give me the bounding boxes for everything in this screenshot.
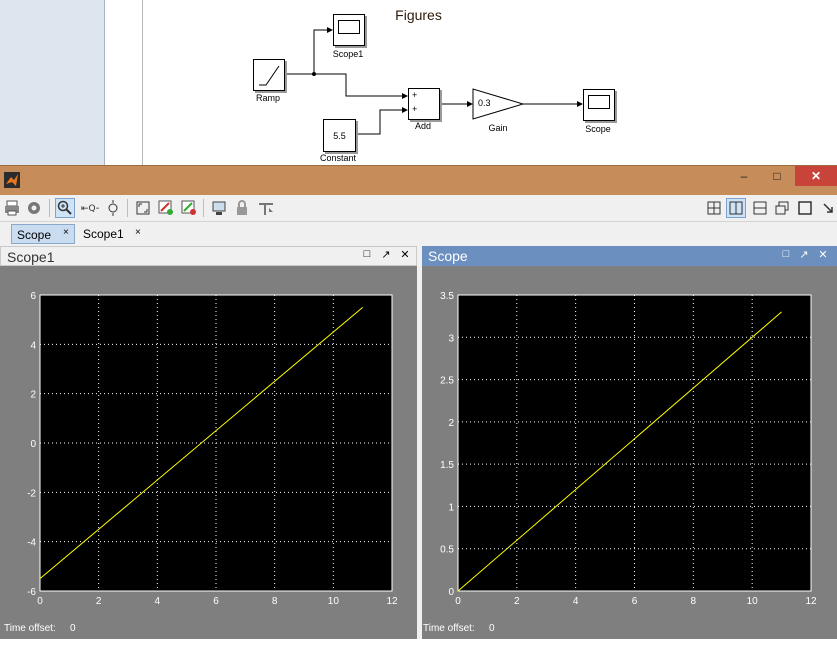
toolbar-separator xyxy=(127,199,128,217)
scope-panel-header[interactable]: Scope xyxy=(422,246,837,266)
left-right-icon[interactable] xyxy=(726,198,746,218)
constant-label: Constant xyxy=(319,153,357,163)
minimize-button[interactable]: – xyxy=(730,166,758,186)
tab-scope-close-icon[interactable]: × xyxy=(63,227,69,238)
scope-label: Scope xyxy=(585,124,611,134)
toolbar-separator xyxy=(49,199,50,217)
y-tick-label: 0 xyxy=(30,439,36,450)
gain-label: Gain xyxy=(488,123,508,133)
x-tick-label: 8 xyxy=(691,596,697,607)
maximize-panel-icon[interactable]: □ xyxy=(780,248,792,260)
y-tick-label: 2 xyxy=(30,390,36,401)
x-tick-label: 6 xyxy=(632,596,638,607)
tile-icon[interactable] xyxy=(704,198,724,218)
x-tick-label: 0 xyxy=(455,596,461,607)
y-tick-label: 0.5 xyxy=(440,545,454,556)
maximize-panel-icon[interactable]: □ xyxy=(361,248,373,260)
x-tick-label: 2 xyxy=(514,596,520,607)
scope1-label: Scope1 xyxy=(332,49,364,59)
save-axes-icon[interactable] xyxy=(209,198,229,218)
maximize-button[interactable]: □ xyxy=(762,166,792,186)
single-icon[interactable] xyxy=(795,198,815,218)
dock-icon[interactable] xyxy=(818,198,837,218)
y-tick-label: 2.5 xyxy=(440,376,454,387)
close-panel-icon[interactable]: ✕ xyxy=(817,248,829,261)
scope-time-offset-label: Time offset: xyxy=(423,623,475,634)
y-tick-label: -6 xyxy=(27,587,36,598)
ramp-block[interactable] xyxy=(253,59,285,91)
x-tick-label: 10 xyxy=(747,596,759,607)
zoom-x-icon[interactable]: ⇤Q⇥ xyxy=(80,198,100,218)
zoom-y-icon[interactable] xyxy=(103,198,123,218)
close-button[interactable]: ✕ xyxy=(795,166,837,186)
y-tick-label: 6 xyxy=(30,291,36,302)
x-tick-label: 8 xyxy=(272,596,278,607)
autoscale-icon[interactable] xyxy=(133,198,153,218)
float-window-icon[interactable] xyxy=(772,198,792,218)
constant-block[interactable]: 5.5 xyxy=(323,119,356,152)
scope-time-offset-value: 0 xyxy=(489,623,495,634)
x-tick-label: 12 xyxy=(386,596,398,607)
top-bottom-icon[interactable] xyxy=(750,198,770,218)
float-icon[interactable] xyxy=(256,198,276,218)
y-tick-label: 3 xyxy=(448,333,454,344)
scope-screen-icon xyxy=(588,95,610,109)
y-tick-label: -2 xyxy=(27,488,36,499)
y-tick-label: -4 xyxy=(27,538,36,549)
gain-value: 0.3 xyxy=(478,98,491,108)
restore-axes-icon[interactable] xyxy=(179,198,199,218)
scope-panel-title: Scope xyxy=(428,248,468,264)
matlab-logo-icon xyxy=(4,172,20,188)
y-tick-label: 3.5 xyxy=(440,291,454,302)
toolbar-separator xyxy=(203,199,204,217)
y-tick-label: 4 xyxy=(30,340,36,351)
x-tick-label: 6 xyxy=(213,596,219,607)
ramp-label: Ramp xyxy=(255,93,280,103)
y-tick-label: 2 xyxy=(448,418,454,429)
svg-text:⇤Q⇥: ⇤Q⇥ xyxy=(81,204,99,214)
settings-icon[interactable] xyxy=(24,198,44,218)
tab-scope1-close-icon[interactable]: × xyxy=(135,227,141,238)
add-label: Add xyxy=(414,121,431,131)
x-tick-label: 12 xyxy=(805,596,817,607)
x-tick-label: 10 xyxy=(328,596,340,607)
zoom-in-icon[interactable] xyxy=(55,198,75,218)
undock-panel-icon[interactable]: ↗ xyxy=(380,248,392,261)
close-panel-icon[interactable]: ✕ xyxy=(399,248,411,261)
x-tick-label: 0 xyxy=(37,596,43,607)
status-strip xyxy=(0,639,837,663)
lock-icon[interactable] xyxy=(232,198,252,218)
axes-settings-icon[interactable] xyxy=(156,198,176,218)
scope1-time-offset-label: Time offset: xyxy=(4,623,56,634)
x-tick-label: 4 xyxy=(155,596,161,607)
y-tick-label: 1.5 xyxy=(440,460,454,471)
scope1-panel-title: Scope1 xyxy=(7,249,55,265)
undock-panel-icon[interactable]: ↗ xyxy=(798,248,810,261)
figures-titlebar[interactable] xyxy=(0,165,837,195)
y-tick-label: 1 xyxy=(448,502,454,513)
tab-scope1-label: Scope1 xyxy=(83,227,124,241)
scope1-time-offset-value: 0 xyxy=(70,623,76,634)
add-port1: + xyxy=(412,90,418,100)
ramp-icon xyxy=(259,65,280,86)
y-tick-label: 0 xyxy=(448,587,454,598)
x-tick-label: 4 xyxy=(573,596,579,607)
scope1-plot[interactable]: 0 2 4 6 8 10 12 -6 -4 -2 0 2 4 6 xyxy=(0,266,417,616)
add-block[interactable]: + + xyxy=(408,88,440,120)
add-port2: + xyxy=(412,104,418,114)
x-tick-label: 2 xyxy=(96,596,102,607)
window-title: Figures xyxy=(395,7,442,23)
signal-lines xyxy=(285,27,583,135)
print-icon[interactable] xyxy=(2,198,22,218)
tab-scope-label: Scope xyxy=(17,228,52,242)
scope-plot[interactable]: 0 2 4 6 8 10 12 0 0.5 1 1.5 2 2.5 3 3.5 xyxy=(422,266,837,616)
scope-block[interactable] xyxy=(583,89,615,121)
scope1-panel-header[interactable]: Scope1 xyxy=(0,246,417,266)
